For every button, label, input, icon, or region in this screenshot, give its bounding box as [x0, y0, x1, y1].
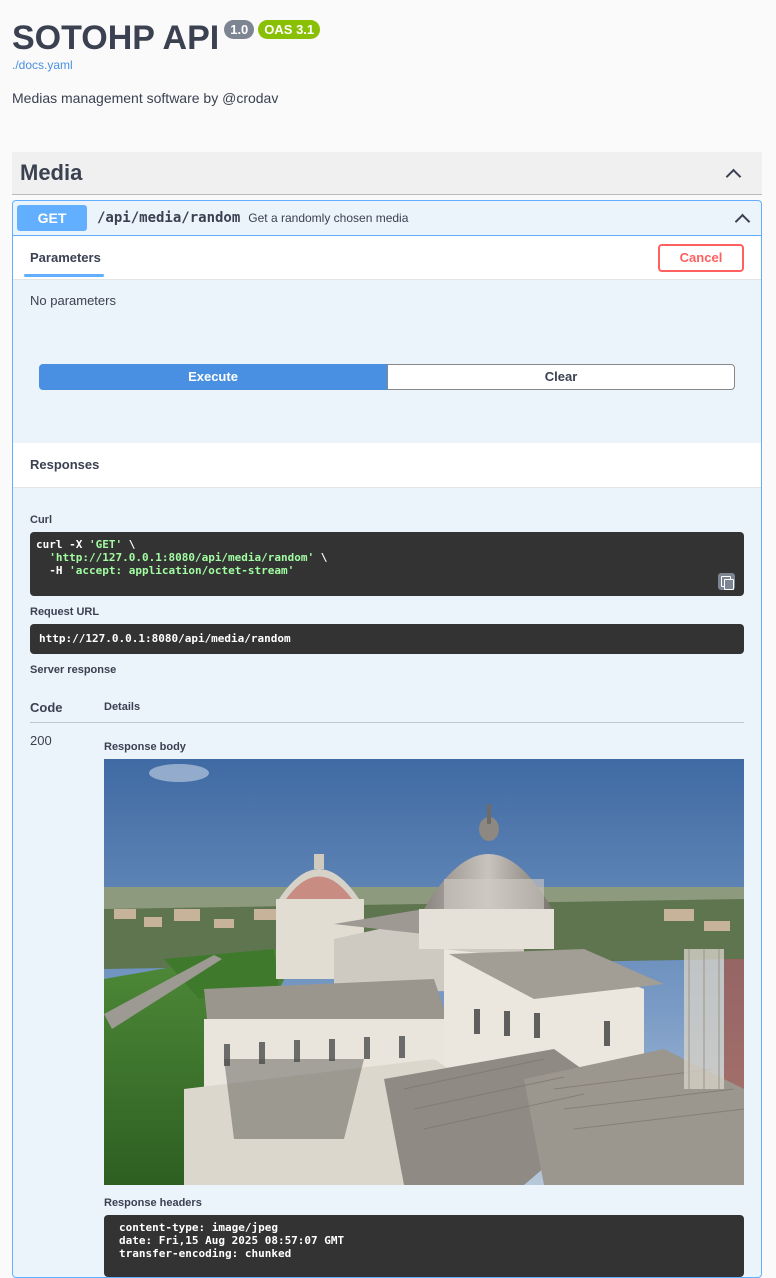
tab-active-indicator: [24, 274, 104, 277]
response-header-line: date: Fri,15 Aug 2025 08:57:07 GMT: [119, 1234, 345, 1247]
chevron-up-icon[interactable]: [726, 166, 740, 180]
code-column-header: Code: [30, 699, 63, 715]
parameters-header: Parameters Cancel: [13, 236, 761, 280]
curl-cmd: curl -X: [36, 538, 89, 551]
tab-parameters[interactable]: Parameters: [24, 236, 107, 279]
execute-wrapper: Execute Clear: [13, 327, 761, 416]
curl-line-3: -H 'accept: application/octet-stream': [36, 564, 738, 577]
request-url-box: http://127.0.0.1:8080/api/media/random: [30, 624, 744, 654]
response-code: 200: [30, 733, 52, 748]
chevron-up-icon[interactable]: [735, 211, 749, 225]
operation-path: /api/media/random: [97, 210, 241, 226]
curl-continuation: \: [314, 551, 328, 564]
curl-line-1: curl -X 'GET' \: [36, 538, 738, 551]
title-row: SOTOHP API 1.0 OAS 3.1: [12, 18, 764, 58]
curl-header-flag: -H: [49, 564, 70, 577]
response-body-image: [104, 759, 744, 1185]
method-badge: GET: [17, 205, 87, 231]
operation-summary-text: Get a randomly chosen media: [248, 211, 409, 225]
curl-line-2: 'http://127.0.0.1:8080/api/media/random'…: [36, 551, 738, 564]
curl-code-block[interactable]: curl -X 'GET' \ 'http://127.0.0.1:8080/a…: [30, 532, 744, 596]
api-info: SOTOHP API 1.0 OAS 3.1 ./docs.yaml Media…: [0, 0, 776, 106]
version-badge: 1.0: [224, 20, 255, 39]
operation-summary[interactable]: GET /api/media/random Get a randomly cho…: [13, 201, 761, 236]
clear-button[interactable]: Clear: [387, 364, 735, 390]
request-url-label: Request URL: [30, 606, 100, 618]
curl-url: 'http://127.0.0.1:8080/api/media/random': [49, 551, 315, 564]
curl-label: Curl: [30, 514, 52, 526]
response-headers-box[interactable]: content-type: image/jpeg date: Fri,15 Au…: [104, 1215, 744, 1277]
response-header-line: transfer-encoding: chunked: [119, 1247, 292, 1260]
docs-link[interactable]: ./docs.yaml: [12, 58, 764, 72]
response-header-line: content-type: image/jpeg: [119, 1221, 278, 1234]
response-row: 200 Response body Response headers conte…: [30, 733, 744, 1277]
curl-header: 'accept: application/octet-stream': [69, 564, 295, 577]
response-details: Response body Response headers content-t…: [104, 733, 744, 1277]
cancel-button[interactable]: Cancel: [658, 244, 744, 272]
response-table-header: Code Details: [30, 692, 744, 723]
api-title: SOTOHP API: [12, 19, 220, 57]
responses-header: Responses: [13, 443, 761, 488]
tag-name: Media: [20, 160, 83, 185]
tag-section-media: Media GET /api/media/random Get a random…: [12, 152, 762, 1278]
tag-header-media[interactable]: Media: [12, 152, 762, 195]
execute-button[interactable]: Execute: [39, 364, 387, 390]
no-parameters-text: No parameters: [30, 293, 116, 308]
operation-get-random-media: GET /api/media/random Get a randomly cho…: [12, 200, 762, 1278]
curl-method: 'GET': [88, 538, 123, 551]
response-headers-label: Response headers: [104, 1197, 202, 1209]
responses-body: Curl curl -X 'GET' \ 'http://127.0.0.1:8…: [13, 512, 761, 1277]
details-column-header: Details: [104, 701, 141, 713]
oas-badge: OAS 3.1: [258, 20, 321, 39]
response-body-label: Response body: [104, 741, 186, 753]
copy-icon[interactable]: [718, 573, 735, 590]
server-response-label: Server response: [30, 664, 117, 676]
curl-continuation: \: [122, 538, 136, 551]
cathedral-photo: [104, 759, 744, 1185]
api-description: Medias management software by @crodav: [12, 90, 279, 106]
